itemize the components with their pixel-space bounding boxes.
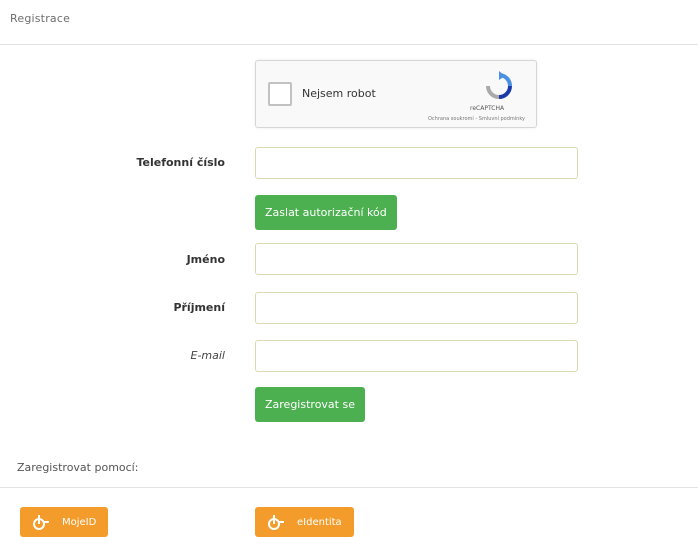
register-button[interactable]: Zaregistrovat se bbox=[255, 387, 365, 422]
first-name-input[interactable] bbox=[255, 243, 578, 275]
id-provider-icon bbox=[268, 515, 284, 530]
register-with-label: Zaregistrovat pomocí: bbox=[17, 461, 139, 474]
eidentita-button[interactable]: eIdentita bbox=[255, 507, 354, 537]
email-input[interactable] bbox=[255, 340, 578, 372]
first-name-label: Jméno bbox=[186, 253, 225, 266]
last-name-label: Příjmení bbox=[173, 301, 225, 314]
phone-input[interactable] bbox=[255, 147, 578, 179]
id-provider-icon bbox=[33, 515, 49, 530]
recaptcha-icon bbox=[486, 71, 512, 99]
recaptcha-brand: reCAPTCHA bbox=[470, 105, 505, 112]
divider bbox=[0, 487, 698, 488]
phone-label: Telefonní číslo bbox=[136, 156, 225, 169]
send-code-button[interactable]: Zaslat autorizační kód bbox=[255, 195, 397, 230]
email-label: E-mail bbox=[190, 349, 226, 362]
mojeid-button[interactable]: MojeID bbox=[20, 507, 109, 537]
eidentita-label: eIdentita bbox=[297, 516, 342, 528]
last-name-input[interactable] bbox=[255, 292, 578, 324]
divider bbox=[0, 44, 698, 45]
mojeid-label: MojeID bbox=[62, 516, 97, 528]
recaptcha-widget: Nejsem robot reCAPTCHA Ochrana soukromí … bbox=[255, 60, 537, 128]
recaptcha-terms[interactable]: Ochrana soukromí - Smluvní podmínky bbox=[428, 116, 525, 122]
section-title: Registrace bbox=[10, 12, 71, 25]
recaptcha-label: Nejsem robot bbox=[302, 87, 376, 100]
recaptcha-checkbox[interactable] bbox=[268, 82, 292, 106]
